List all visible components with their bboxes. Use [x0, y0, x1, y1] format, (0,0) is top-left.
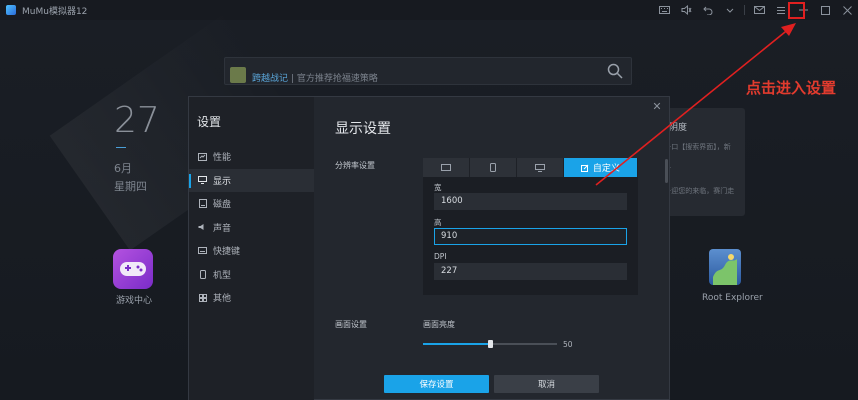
settings-dialog: 设置 性能 显示 磁盘 声音 快捷键 机型 其他 ✕ 显示设置 分辨率设置 自定…: [188, 96, 670, 400]
phone-icon: [198, 269, 207, 279]
sidebar-title: 设置: [197, 115, 222, 129]
date-weekday: 星期四: [114, 180, 147, 193]
close-icon[interactable]: [836, 0, 858, 20]
app-logo-icon: [6, 5, 16, 15]
game-avatar-icon: [230, 67, 246, 83]
search-link[interactable]: 跨越战记: [252, 74, 288, 84]
sidebar-item-device-model[interactable]: 机型: [189, 263, 314, 287]
height-field[interactable]: 910: [434, 228, 627, 245]
dropdown-icon[interactable]: [719, 0, 741, 20]
date-month: 6月: [114, 162, 132, 175]
resolution-panel: 宽 1600 高 910 DPI 227: [423, 177, 638, 295]
tab-custom-label: 自定义: [592, 164, 620, 174]
display-icon: [198, 176, 207, 185]
phone-portrait-icon[interactable]: [469, 158, 517, 177]
keyboard-icon: [198, 246, 207, 255]
volume-icon[interactable]: [675, 0, 697, 20]
save-button[interactable]: 保存设置: [384, 375, 489, 393]
screen-settings-label: 画面设置: [335, 320, 367, 329]
card-line: ·口【搜索界面】，新: [669, 143, 731, 151]
brightness-slider[interactable]: [423, 340, 557, 348]
search-separator: |: [290, 74, 294, 84]
width-field[interactable]: 1600: [434, 193, 627, 210]
edit-icon: [580, 164, 589, 172]
app-title: MuMu模拟器12: [22, 6, 88, 17]
app-label-game-center[interactable]: 游戏中心: [116, 293, 152, 306]
card-line: ·迎您的来临，赛门走: [669, 187, 735, 195]
sidebar-item-label: 机型: [213, 270, 232, 281]
tablet-landscape-icon[interactable]: [423, 158, 470, 177]
root-explorer-icon[interactable]: [709, 249, 741, 285]
sidebar-item-performance[interactable]: 性能: [189, 145, 314, 169]
date-day: 27: [114, 100, 160, 141]
sidebar-item-label: 快捷键: [213, 247, 241, 258]
dpi-label: DPI: [434, 252, 447, 261]
maximize-icon[interactable]: [814, 0, 836, 20]
width-label: 宽: [434, 183, 442, 192]
brightness-label: 画面亮度: [423, 320, 455, 329]
height-label: 高: [434, 218, 442, 227]
news-card[interactable]: 阴度 ·口【搜索界面】，新 · ·迎您的来临，赛门走: [665, 108, 745, 216]
search-hint-text: 官方推荐抢福速策略: [296, 74, 378, 84]
app-label-root-explorer[interactable]: Root Explorer: [702, 293, 763, 303]
tab-custom[interactable]: 自定义: [563, 158, 639, 177]
sidebar-item-label: 性能: [213, 153, 232, 164]
mail-icon[interactable]: [748, 0, 770, 20]
dpi-field[interactable]: 227: [434, 263, 627, 280]
sidebar-menu: 性能 显示 磁盘 声音 快捷键 机型 其他: [189, 145, 314, 310]
sidebar-item-label: 其他: [213, 294, 232, 305]
separator: [744, 5, 745, 15]
keyboard-icon[interactable]: [653, 0, 675, 20]
sidebar-item-disk[interactable]: 磁盘: [189, 192, 314, 216]
annotation-text: 点击进入设置: [746, 79, 837, 97]
brightness-slider-fill: [423, 343, 490, 345]
settings-sidebar: 设置 性能 显示 磁盘 声音 快捷键 机型 其他: [189, 97, 314, 400]
menu-highlight-box: [788, 2, 805, 19]
disk-icon: [198, 199, 207, 209]
cancel-button[interactable]: 取消: [494, 375, 599, 393]
resolution-label: 分辨率设置: [335, 161, 375, 170]
grid-icon: [198, 293, 207, 302]
search-bar[interactable]: 跨越战记 | 官方推荐抢福速策略: [224, 57, 632, 85]
sound-icon: [198, 223, 207, 232]
title-bar-controls: [653, 0, 858, 20]
sidebar-item-other[interactable]: 其他: [189, 286, 314, 310]
page-title: 显示设置: [335, 121, 391, 137]
brightness-slider-handle[interactable]: [488, 340, 493, 348]
scrollbar[interactable]: [665, 159, 668, 183]
back-icon[interactable]: [697, 0, 719, 20]
brightness-value: 50: [563, 340, 573, 349]
monitor-icon[interactable]: [516, 158, 564, 177]
sidebar-item-label: 声音: [213, 223, 232, 234]
date-divider: [116, 147, 126, 148]
gamepad-icon[interactable]: [113, 249, 153, 289]
sidebar-item-label: 磁盘: [213, 200, 232, 211]
search-icon[interactable]: [607, 63, 623, 79]
resolution-tabs: 自定义: [423, 158, 639, 177]
sidebar-item-display[interactable]: 显示: [189, 168, 314, 192]
search-hint: 跨越战记 | 官方推荐抢福速策略: [252, 71, 378, 84]
performance-icon: [198, 152, 207, 161]
title-bar: MuMu模拟器12: [0, 0, 858, 20]
dialog-close-icon[interactable]: ✕: [651, 101, 663, 113]
sidebar-item-sound[interactable]: 声音: [189, 216, 314, 240]
sidebar-item-label: 显示: [213, 176, 232, 187]
sidebar-item-shortcuts[interactable]: 快捷键: [189, 239, 314, 263]
card-title: 阴度: [669, 123, 688, 133]
